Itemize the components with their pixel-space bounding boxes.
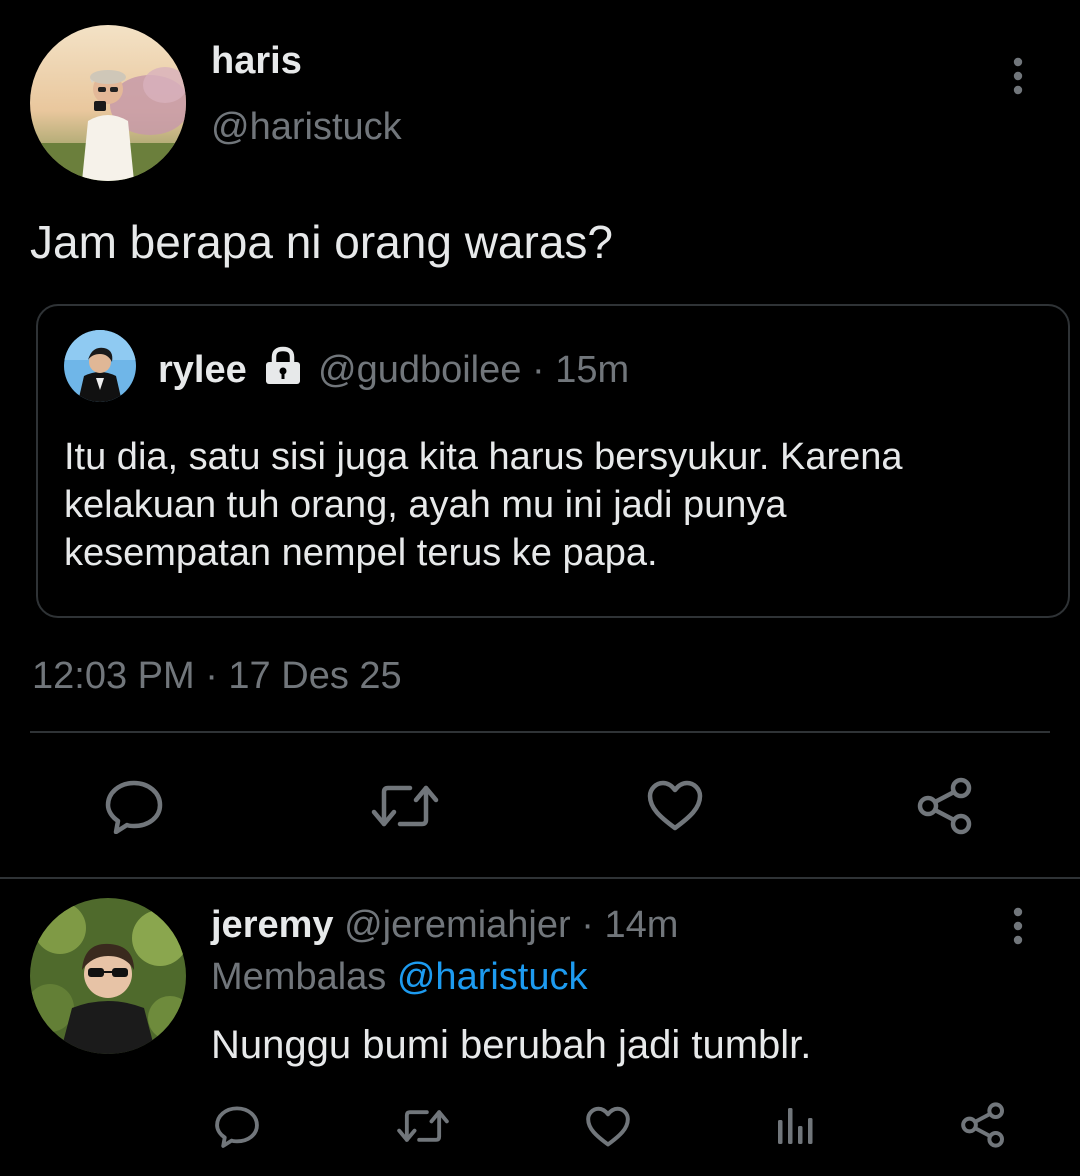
author-handle[interactable]: @haristuck [211, 104, 402, 150]
heart-icon[interactable] [585, 1106, 631, 1148]
views-icon[interactable] [776, 1104, 816, 1146]
quoted-tweet-text: Itu dia, satu sisi juga kita harus bersy… [64, 433, 903, 577]
quoted-separator: · [531, 349, 545, 391]
reply-time: 14m [604, 904, 679, 946]
quoted-time: 15m [555, 349, 630, 391]
quoted-text-line: kelakuan tuh orang, ayah mu ini jadi pun… [64, 484, 787, 526]
replying-to-link[interactable]: @haristuck [397, 956, 588, 998]
more-vertical-icon[interactable] [1004, 54, 1032, 98]
tweet-text: Jam berapa ni orang waras? [30, 216, 613, 268]
share-icon[interactable] [960, 1102, 1006, 1148]
replying-prefix: Membalas [211, 956, 387, 998]
share-icon[interactable] [916, 777, 974, 835]
more-vertical-icon[interactable] [1004, 904, 1032, 948]
avatar-rylee [64, 330, 136, 402]
author-name[interactable]: haris [211, 38, 302, 84]
avatar-jeremy[interactable] [30, 898, 186, 1054]
lock-icon [262, 346, 304, 386]
retweet-icon[interactable] [370, 780, 440, 832]
reply-text: Nunggu bumi berubah jadi tumblr. [211, 1023, 812, 1067]
reply-author-name[interactable]: jeremy [211, 904, 334, 946]
avatar-haris[interactable] [30, 25, 186, 181]
reply-header: jeremy @jeremiahjer · 14m [211, 902, 678, 948]
divider [30, 731, 1050, 733]
reply-author-handle[interactable]: @jeremiahjer [344, 904, 571, 946]
quoted-author-handle: @gudboilee [318, 349, 522, 391]
retweet-icon[interactable] [396, 1106, 450, 1146]
reply-icon[interactable] [214, 1104, 260, 1148]
quoted-text-line: Itu dia, satu sisi juga kita harus bersy… [64, 436, 903, 478]
replying-to: Membalas @haristuck [211, 954, 588, 1000]
divider [0, 877, 1080, 879]
heart-icon[interactable] [646, 780, 704, 832]
quoted-meta: @gudboilee · 15m [318, 347, 629, 393]
quoted-text-line: kesempatan nempel terus ke papa. [64, 532, 658, 574]
tweet-timestamp[interactable]: 12:03 PM · 17 Des 25 [32, 653, 402, 699]
quoted-author-name: rylee [158, 349, 247, 391]
reply-separator: · [581, 904, 594, 946]
reply-icon[interactable] [104, 778, 164, 834]
